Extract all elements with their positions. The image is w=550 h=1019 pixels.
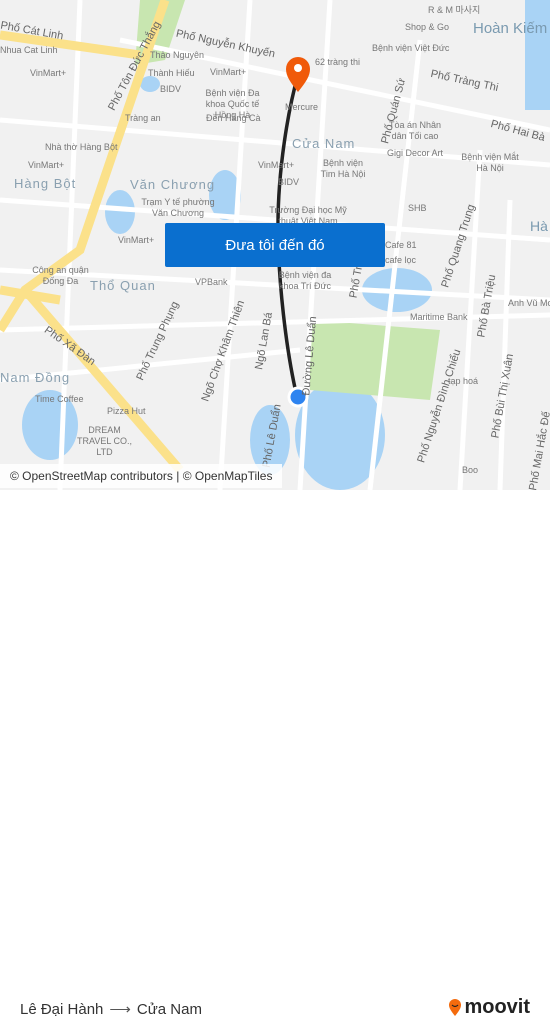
poi-label: BIDV [160, 84, 182, 94]
poi-label: 62 tràng thi [315, 57, 361, 67]
poi-label: R & M 마사지 [428, 5, 481, 15]
poi-label: Anh Vũ Mo [508, 298, 550, 308]
poi-label: Nhua Cat Linh [0, 45, 58, 55]
poi-label: Shop & Go [405, 22, 450, 32]
poi-label: VinMart+ [258, 160, 295, 170]
poi-label: SHB [408, 203, 427, 213]
district-label: Văn Chương [130, 177, 216, 192]
take-me-there-button[interactable]: Đưa tôi đến đó [165, 223, 385, 267]
poi-label: Trạm Y tế phường Văn Chương [141, 197, 215, 218]
poi-label: Công an quận Đống Đa [32, 265, 89, 286]
poi-label: VinMart+ [30, 68, 67, 78]
destination-marker [286, 57, 310, 92]
poi-label: Cafe 81 [385, 240, 417, 250]
district-label: Hà [530, 218, 548, 234]
poi-label: DREAM TRAVEL CO., LTD [76, 425, 132, 457]
map-attribution[interactable]: © OpenStreetMap contributors | © OpenMap… [0, 464, 283, 488]
district-label: Thổ Quan [90, 278, 156, 293]
district-label: Hàng Bột [14, 176, 77, 191]
poi-label: BIDV [278, 177, 300, 187]
moovit-logo[interactable]: moovit [448, 996, 530, 1019]
poi-label: Bệnh viện đa khoa Trí Đức [278, 270, 332, 291]
poi-label: Nhà thờ Hàng Bột [45, 142, 118, 152]
poi-label: Time Coffee [35, 394, 84, 404]
district-label: Nam Đồng [0, 370, 71, 385]
poi-label: cafe lọc [385, 255, 417, 265]
poi-label: Boo [462, 465, 479, 475]
district-label: Hoàn Kiếm [473, 20, 548, 37]
origin-name: Lê Đại Hành [20, 1000, 104, 1018]
poi-label: VinMart+ [118, 235, 155, 245]
poi-label: Bệnh viện Mắt Hà Nội [461, 152, 519, 173]
poi-label: Mercure [285, 102, 319, 112]
footer: Lê Đại Hành ⟶ Cửa Nam moovit [0, 490, 550, 1018]
poi-label: Thành Hiếu [148, 68, 195, 78]
poi-label: VinMart+ [210, 67, 247, 77]
poi-label: Đền Hàng Cà [206, 113, 261, 123]
poi-label: Pizza Hut [107, 406, 146, 416]
poi-label: Gigi Decor Art [387, 148, 444, 158]
poi-label: Tòa án Nhân dân Tối cao [388, 120, 442, 141]
district-label: Cửa Nam [292, 136, 356, 151]
poi-label: VPBank [195, 277, 228, 287]
moovit-pin-icon [449, 998, 462, 1016]
route-summary: Lê Đại Hành ⟶ Cửa Nam [20, 1000, 202, 1019]
poi-label: Thảo Nguyên [150, 50, 205, 60]
poi-label: Bệnh viện Việt Đức [372, 43, 450, 53]
poi-label: Bệnh viện Tim Hà Nội [320, 158, 366, 179]
poi-label: Tràng an [125, 113, 161, 123]
poi-label: VinMart+ [28, 160, 65, 170]
destination-name: Cửa Nam [136, 1000, 202, 1018]
map[interactable]: Phố Cát Linh Phố Tôn Đức Thắng Phố Nguyễ… [0, 0, 550, 490]
arrow-right-icon: ⟶ [109, 1001, 131, 1018]
moovit-wordmark: moovit [464, 996, 530, 1018]
poi-label: Maritime Bank [410, 312, 468, 322]
poi-label: tạp hoá [448, 376, 479, 386]
